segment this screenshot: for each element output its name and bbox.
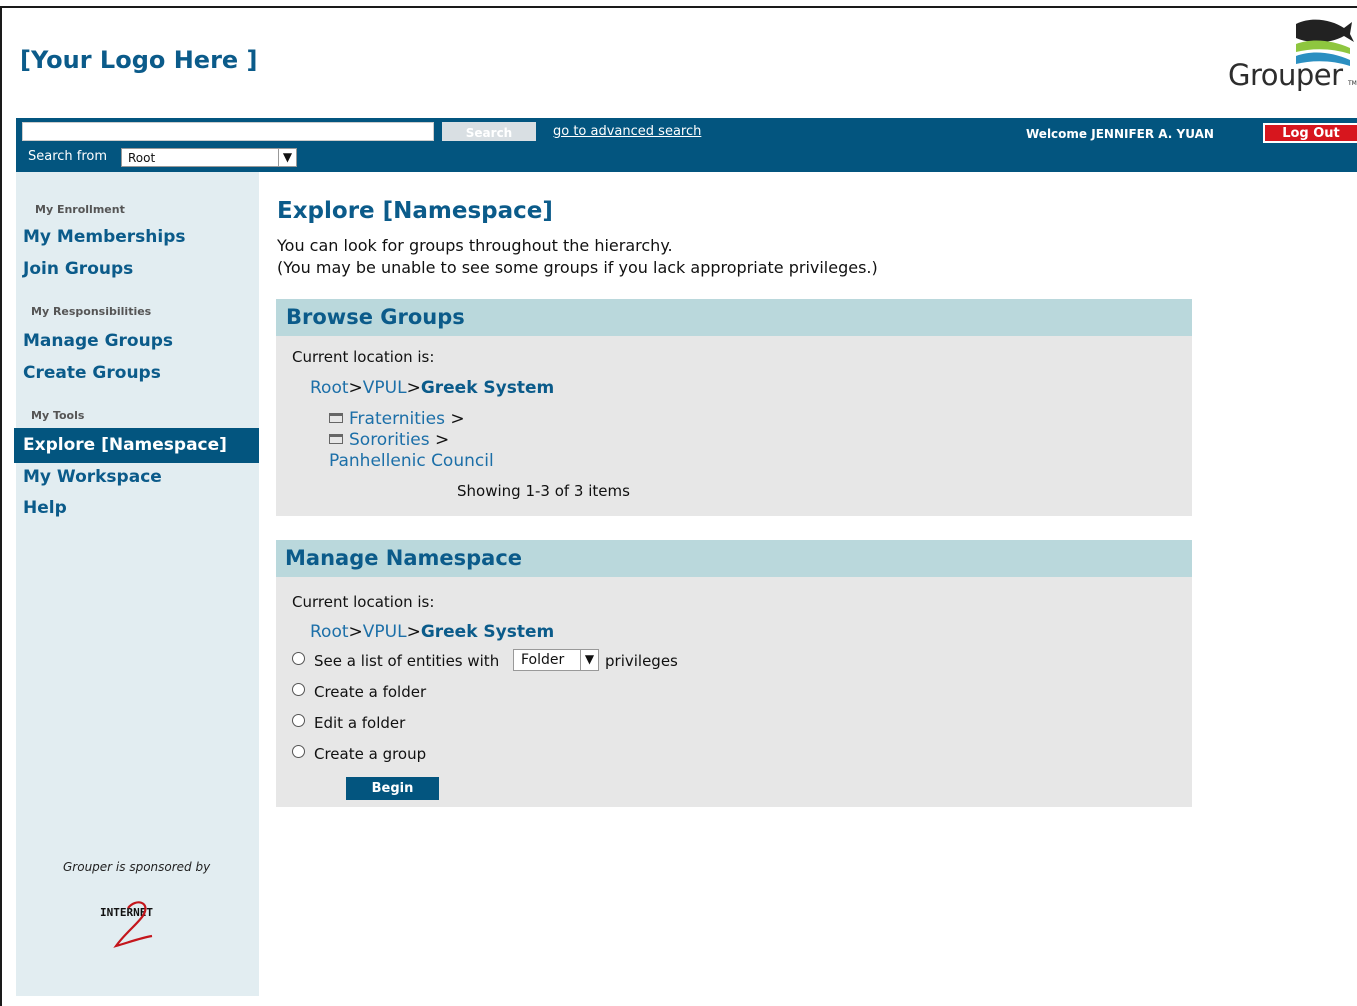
breadcrumb-separator: >	[348, 622, 363, 642]
manage-namespace-title: Manage Namespace	[285, 546, 523, 570]
browse-groups-panel: Browse Groups	[276, 299, 1192, 516]
folder-icon	[329, 413, 343, 423]
sidebar-item-help[interactable]: Help	[23, 498, 67, 518]
item-suffix: >	[450, 409, 465, 429]
breadcrumb-current: Greek System	[420, 622, 555, 642]
panhellenic-council-link[interactable]: Panhellenic Council	[329, 451, 494, 471]
sidebar-item-manage-groups[interactable]: Manage Groups	[23, 331, 173, 351]
sidebar-section-responsibilities: My Responsibilities	[31, 305, 152, 318]
browse-item-sororities: Sororities >	[329, 430, 449, 450]
radio-edit-folder[interactable]	[292, 714, 305, 727]
manage-namespace-header: Manage Namespace	[276, 540, 1192, 577]
intro-text-1: You can look for groups throughout the h…	[277, 236, 673, 255]
option-list-entities-after: privileges	[605, 652, 678, 670]
privilege-type-value: Folder	[521, 652, 565, 668]
breadcrumb-current: Greek System	[420, 378, 555, 398]
advanced-search-link[interactable]: go to advanced search	[553, 124, 701, 139]
radio-create-group[interactable]	[292, 745, 305, 758]
breadcrumb-separator: >	[348, 378, 363, 398]
item-suffix: >	[435, 430, 450, 450]
breadcrumb-root-link[interactable]: Root	[310, 378, 349, 398]
dropdown-arrow-icon: ▼	[278, 149, 296, 166]
browse-groups-title: Browse Groups	[286, 305, 465, 329]
search-from-label: Search from	[28, 149, 108, 164]
manage-breadcrumb: Root>VPUL>Greek System	[310, 622, 554, 642]
breadcrumb-vpul-link[interactable]: VPUL	[363, 622, 407, 642]
sidebar-item-my-memberships[interactable]: My Memberships	[23, 227, 186, 247]
sidebar-item-create-groups[interactable]: Create Groups	[23, 363, 161, 383]
option-list-entities-before: See a list of entities with	[314, 652, 500, 670]
page-title: Explore [Namespace]	[277, 198, 553, 224]
search-button[interactable]: Search	[442, 122, 536, 141]
dropdown-arrow-icon: ▼	[580, 650, 598, 670]
site-logo-placeholder: [Your Logo Here ]	[20, 46, 258, 74]
browse-item-fraternities: Fraternities >	[329, 409, 465, 429]
search-input[interactable]	[22, 122, 434, 141]
fraternities-link[interactable]: Fraternities	[349, 409, 445, 429]
intro-text-2: (You may be unable to see some groups if…	[277, 258, 878, 277]
browse-groups-header: Browse Groups	[276, 299, 1192, 336]
breadcrumb-separator: >	[406, 622, 421, 642]
browse-showing-count: Showing 1-3 of 3 items	[457, 482, 630, 500]
manage-namespace-panel: Manage Namespace	[276, 540, 1192, 807]
folder-icon	[329, 434, 343, 444]
breadcrumb-root-link[interactable]: Root	[310, 622, 349, 642]
begin-button[interactable]: Begin	[346, 777, 439, 800]
grouper-tm: TM	[1348, 80, 1357, 87]
breadcrumb-separator: >	[406, 378, 421, 398]
search-from-select[interactable]: Root ▼	[121, 148, 297, 167]
browse-location-label: Current location is:	[292, 348, 435, 366]
welcome-text: Welcome JENNIFER A. YUAN	[1026, 127, 1214, 141]
option-create-group: Create a group	[314, 745, 427, 763]
privilege-type-select[interactable]: Folder ▼	[513, 649, 599, 671]
browse-item-panhellenic: Panhellenic Council	[329, 451, 494, 471]
sidebar-section-tools: My Tools	[31, 409, 85, 422]
option-create-folder: Create a folder	[314, 683, 427, 701]
internet2-logo: INTERNET	[100, 901, 153, 948]
sidebar-item-explore-namespace[interactable]: Explore [Namespace]	[23, 435, 227, 455]
manage-location-label: Current location is:	[292, 593, 435, 611]
sidebar-item-my-workspace[interactable]: My Workspace	[23, 467, 162, 487]
option-edit-folder: Edit a folder	[314, 714, 406, 732]
breadcrumb-vpul-link[interactable]: VPUL	[363, 378, 407, 398]
sidebar-item-join-groups[interactable]: Join Groups	[23, 259, 133, 279]
grouper-brand: Grouper	[1228, 58, 1343, 92]
search-from-value: Root	[128, 151, 156, 165]
browse-breadcrumb: Root>VPUL>Greek System	[310, 378, 554, 398]
sidebar-section-enrollment: My Enrollment	[35, 203, 125, 216]
sororities-link[interactable]: Sororities	[349, 430, 430, 450]
radio-create-folder[interactable]	[292, 683, 305, 696]
logout-button[interactable]: Log Out	[1263, 123, 1357, 143]
sponsor-text: Grouper is sponsored by	[63, 860, 211, 874]
radio-list-entities[interactable]	[292, 652, 305, 665]
